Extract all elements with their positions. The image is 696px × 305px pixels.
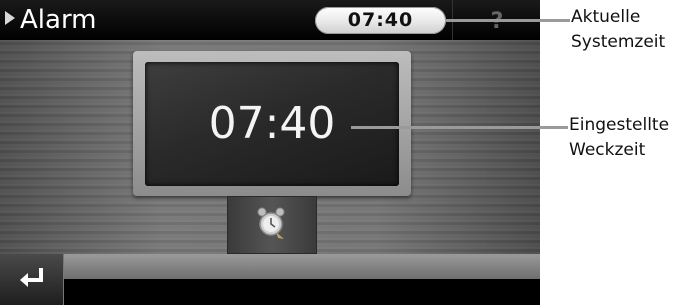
system-time-callout-line2: Systemzeit bbox=[571, 32, 666, 52]
play-arrow-icon bbox=[5, 11, 15, 25]
system-time-display: 07:40 bbox=[315, 7, 446, 34]
device-screen: Alarm 07:40 ? 07:40 bbox=[0, 0, 540, 305]
system-time-callout-line1: Aktuelle bbox=[571, 7, 641, 27]
return-arrow-icon bbox=[20, 268, 43, 287]
page-title: Alarm bbox=[20, 5, 97, 35]
bottom-status-strip bbox=[64, 254, 540, 279]
alarm-time-callout-line2: Weckzeit bbox=[569, 140, 646, 160]
alarm-time-callout-line1: Eingestellte bbox=[569, 115, 670, 135]
alarm-clock-icon bbox=[257, 207, 285, 239]
back-button[interactable] bbox=[0, 254, 64, 305]
system-time-callout-line bbox=[446, 19, 570, 22]
alarm-time-callout-line bbox=[351, 126, 568, 129]
alarm-time-display[interactable]: 07:40 bbox=[145, 62, 399, 186]
